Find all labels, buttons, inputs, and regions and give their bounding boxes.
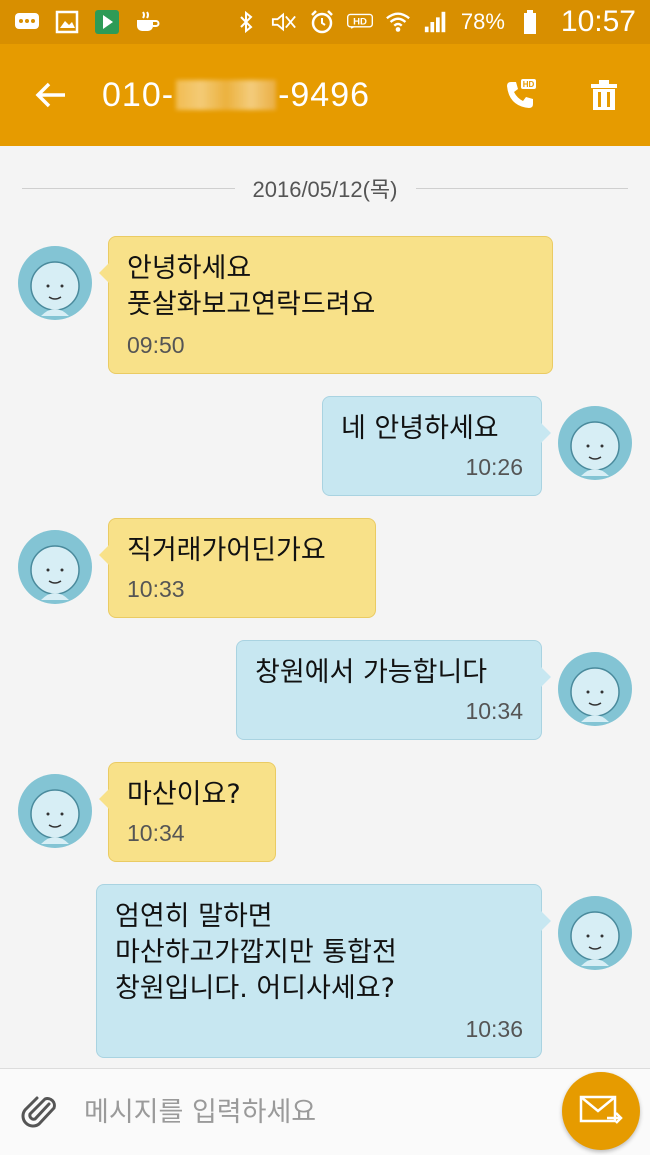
redacted-digits [176, 80, 277, 110]
message-bubble-incoming[interactable]: 마산이요? 10:34 [99, 762, 276, 862]
bubble-tail [541, 423, 551, 443]
message-text: 안녕하세요 풋살화보고연락드려요 [127, 253, 376, 320]
bubble-tail [99, 545, 109, 565]
gallery-notification-icon [54, 9, 80, 35]
battery-percent: 78% [460, 9, 505, 34]
svg-text:HD: HD [353, 17, 367, 28]
app-bar-actions: HD [498, 73, 626, 117]
message-bubble-outgoing[interactable]: 엄연히 말하면 마산하고가깝지만 통합전 창원입니다. 어디사세요? 10:36 [96, 884, 551, 1058]
person-avatar-icon [570, 421, 620, 476]
notification-icons [14, 9, 160, 35]
contact-avatar[interactable] [18, 774, 92, 848]
contact-number: 010- -9496 [102, 76, 370, 115]
bubble-tail [99, 263, 109, 283]
contact-avatar[interactable] [18, 246, 92, 320]
message-text: 직거래가어딘가요 [127, 535, 326, 566]
person-avatar-icon [30, 545, 80, 600]
message-text: 네 안녕하세요 [341, 413, 499, 444]
message-bubble-outgoing[interactable]: 네 안녕하세요 10:26 [322, 396, 551, 496]
back-arrow-icon [35, 82, 65, 108]
svg-text:HD: HD [523, 80, 535, 89]
trash-icon [591, 80, 617, 110]
coffee-notification-icon [134, 9, 160, 35]
alarm-icon [309, 9, 335, 35]
conversation-date: 2016/05/12(목) [252, 177, 398, 202]
divider-line [415, 187, 628, 189]
bubble-tail [541, 667, 551, 687]
play-store-notification-icon [94, 9, 120, 35]
clock: 10:57 [560, 5, 636, 38]
hd-phone-icon: HD [507, 79, 536, 108]
person-avatar-icon [570, 911, 620, 966]
bluetooth-icon [233, 9, 259, 35]
message-time: 09:50 [127, 332, 185, 358]
my-avatar[interactable] [558, 896, 632, 970]
message-time: 10:34 [127, 820, 185, 846]
number-suffix: -9496 [278, 75, 371, 114]
my-avatar[interactable] [558, 652, 632, 726]
app-bar: 010- -9496 HD [0, 44, 650, 146]
message-time: 10:33 [127, 576, 185, 602]
compose-bar [0, 1068, 650, 1155]
my-avatar[interactable] [558, 406, 632, 480]
paperclip-icon [21, 1096, 56, 1128]
divider-line [22, 187, 235, 189]
back-button[interactable] [22, 66, 80, 124]
system-icons: HD 78% 10:57 [233, 5, 636, 39]
message-bubble-incoming[interactable]: 직거래가어딘가요 10:33 [99, 518, 376, 618]
mute-icon [271, 9, 297, 35]
message-input[interactable] [84, 1087, 524, 1137]
person-avatar-icon [30, 789, 80, 844]
wifi-icon [385, 9, 411, 35]
send-button[interactable] [562, 1072, 640, 1150]
number-prefix: 010- [102, 75, 175, 114]
message-time: 10:36 [465, 1016, 523, 1042]
send-mail-icon [579, 1095, 623, 1124]
message-text: 엄연히 말하면 마산하고가깝지만 통합전 창원입니다. 어디사세요? [115, 901, 397, 1004]
person-avatar-icon [30, 261, 80, 316]
chat-notification-icon [14, 9, 40, 35]
attach-button[interactable] [16, 1087, 66, 1137]
battery-icon [517, 9, 543, 35]
contact-avatar[interactable] [18, 530, 92, 604]
person-avatar-icon [570, 667, 620, 722]
bubble-tail [99, 789, 109, 809]
message-text: 창원에서 가능합니다 [255, 657, 488, 688]
status-bar: HD 78% 10:57 [0, 0, 650, 44]
hd-call-button[interactable]: HD [498, 73, 542, 117]
message-bubble-incoming[interactable]: 안녕하세요 풋살화보고연락드려요 09:50 [99, 236, 553, 374]
delete-button[interactable] [582, 73, 626, 117]
message-bubble-outgoing[interactable]: 창원에서 가능합니다 10:34 [236, 640, 551, 740]
message-time: 10:26 [465, 454, 523, 480]
date-divider: 2016/05/12(목) [22, 168, 628, 208]
bubble-tail [541, 911, 551, 931]
signal-icon [423, 9, 449, 35]
message-text: 마산이요? [127, 779, 241, 810]
message-time: 10:34 [465, 698, 523, 724]
hd-voice-icon: HD [346, 9, 373, 35]
